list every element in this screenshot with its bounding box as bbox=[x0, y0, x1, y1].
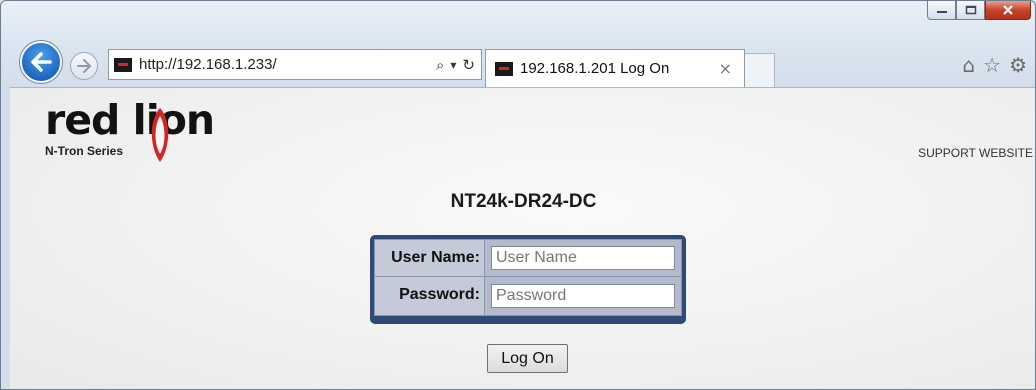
tab-active[interactable]: 192.168.1.201 Log On × bbox=[485, 49, 745, 87]
minimize-icon bbox=[936, 11, 947, 13]
refresh-icon[interactable]: ↻ bbox=[462, 56, 475, 74]
search-icon[interactable]: ⌕ bbox=[436, 56, 444, 74]
address-bar-actions: ⌕ ▾ ↻ bbox=[436, 56, 475, 74]
password-row: Password: bbox=[374, 277, 682, 316]
settings-gear-icon[interactable]: ⚙ bbox=[1009, 53, 1027, 77]
brand-name: red lion bbox=[45, 96, 215, 144]
maximize-icon bbox=[965, 5, 976, 15]
username-row: User Name: bbox=[374, 239, 682, 277]
site-favicon-icon bbox=[114, 57, 132, 72]
username-label: User Name: bbox=[375, 240, 485, 276]
log-on-button[interactable]: Log On bbox=[487, 344, 568, 373]
close-icon bbox=[1003, 5, 1013, 15]
address-url[interactable]: http://192.168.1.233/ bbox=[139, 56, 436, 73]
home-icon[interactable]: ⌂ bbox=[962, 53, 975, 77]
login-form: User Name: Password: bbox=[370, 235, 686, 324]
back-arrow-icon bbox=[31, 52, 52, 72]
close-window-button[interactable] bbox=[985, 1, 1031, 20]
support-website-link[interactable]: SUPPORT WEBSITE bbox=[918, 146, 1033, 160]
password-input[interactable] bbox=[491, 284, 675, 308]
red-lion-logo: red lion N-Tron Series bbox=[45, 96, 215, 162]
forward-button[interactable] bbox=[70, 52, 98, 80]
back-button[interactable] bbox=[20, 41, 62, 83]
favorites-star-icon[interactable]: ☆ bbox=[983, 53, 1001, 77]
device-name: NT24k-DR24-DC bbox=[450, 191, 597, 212]
password-cell bbox=[485, 277, 681, 315]
brand-series: N-Tron Series bbox=[45, 144, 124, 158]
forward-arrow-icon bbox=[77, 59, 91, 73]
lion-mark-icon bbox=[151, 108, 169, 162]
minimize-button[interactable] bbox=[927, 1, 956, 20]
window-controls bbox=[927, 1, 1031, 23]
username-input[interactable] bbox=[491, 246, 675, 270]
dropdown-icon[interactable]: ▾ bbox=[450, 58, 456, 72]
tab-close-icon[interactable]: × bbox=[719, 59, 732, 78]
maximize-button[interactable] bbox=[956, 1, 985, 20]
username-cell bbox=[485, 240, 681, 276]
browser-tools: ⌂ ☆ ⚙ bbox=[962, 53, 1027, 77]
password-label: Password: bbox=[375, 277, 485, 315]
address-bar[interactable]: http://192.168.1.233/ ⌕ ▾ ↻ bbox=[108, 49, 482, 80]
browser-window: http://192.168.1.233/ ⌕ ▾ ↻ 192.168.1.20… bbox=[0, 0, 1036, 390]
tab-title[interactable]: 192.168.1.201 Log On bbox=[520, 60, 719, 77]
page-content: red lion N-Tron Series SUPPORT WEBSITE N… bbox=[10, 87, 1035, 389]
new-tab-button[interactable] bbox=[745, 53, 775, 87]
tab-favicon-icon bbox=[495, 61, 513, 76]
